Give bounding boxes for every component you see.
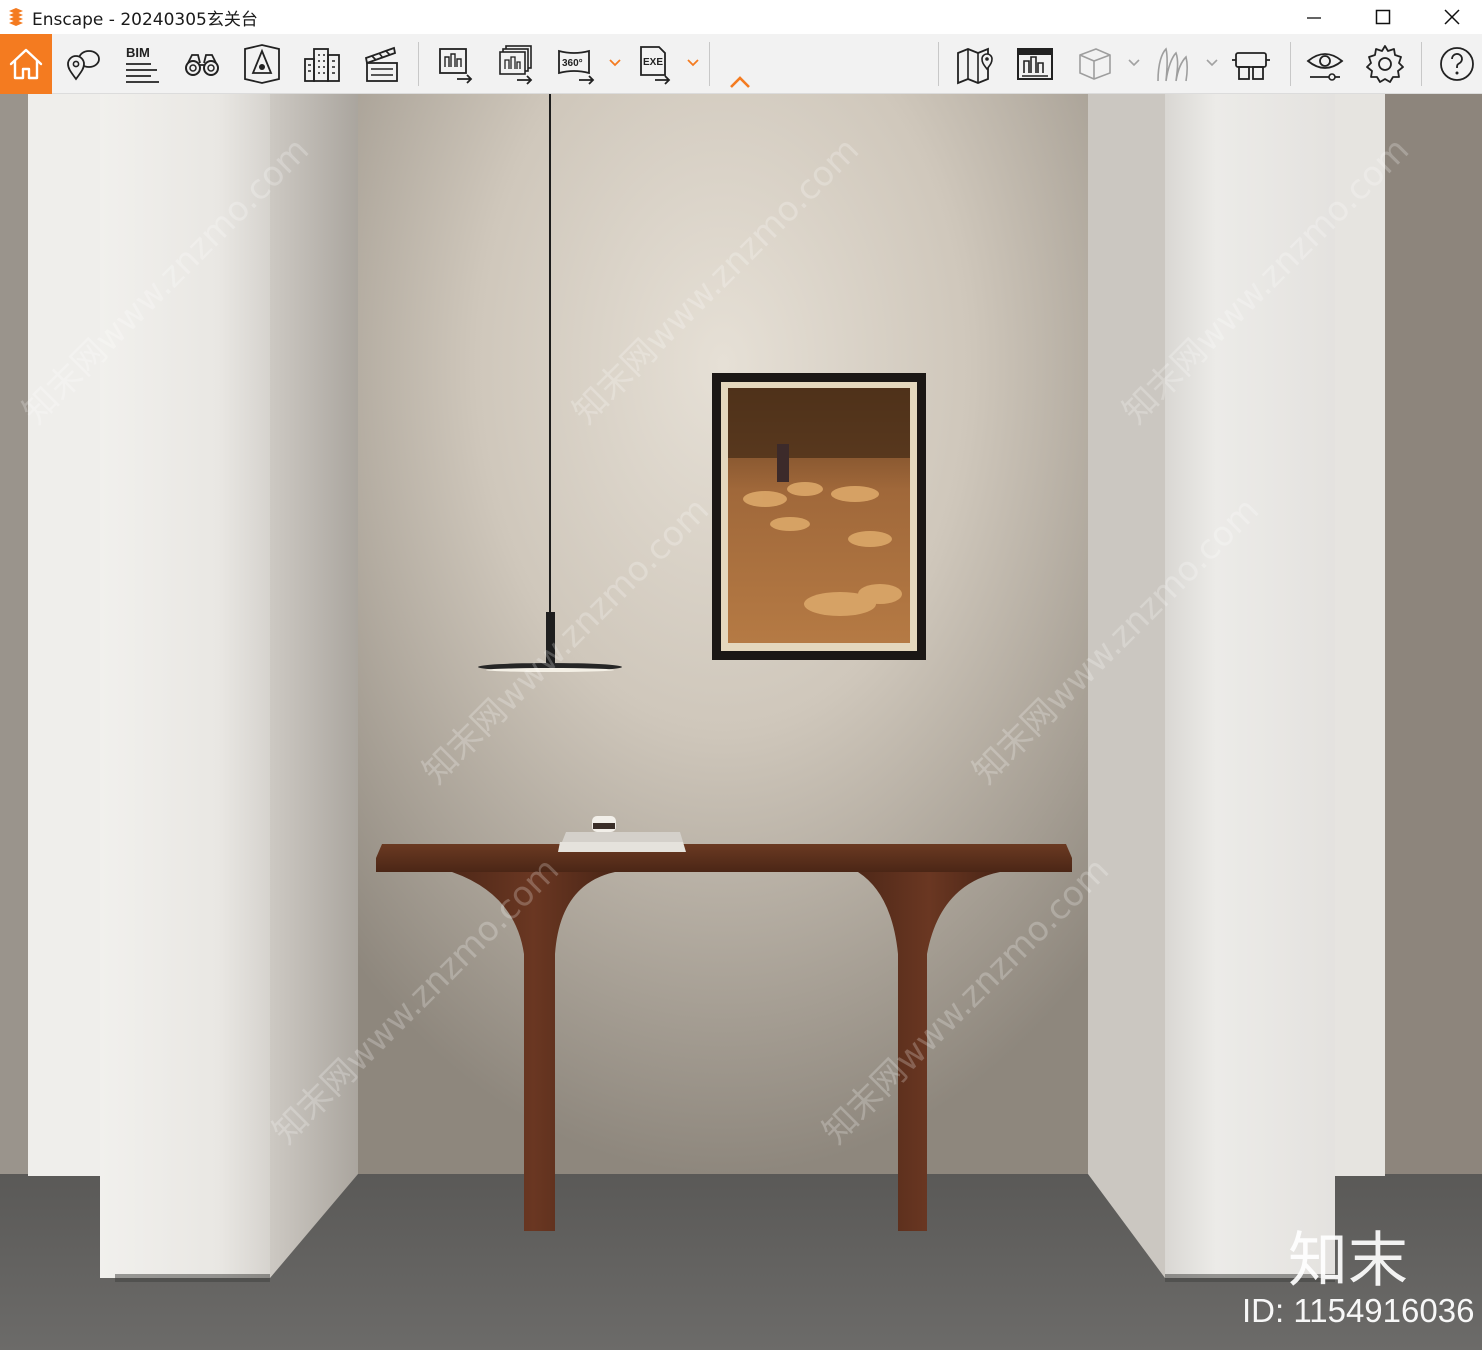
batch-render-button[interactable] xyxy=(491,40,541,88)
left-outer-pillar xyxy=(28,94,100,1176)
svg-text:EXE: EXE xyxy=(643,57,663,68)
toolbar-separator xyxy=(1421,42,1422,86)
screenshot-export-icon xyxy=(439,48,473,84)
grass-icon xyxy=(1157,47,1188,82)
title-bar: Enscape - 20240305玄关台 xyxy=(0,0,1482,34)
artwork-figure xyxy=(777,444,789,482)
maximize-icon xyxy=(1375,9,1391,25)
toolbar-separator xyxy=(418,42,419,86)
help-icon xyxy=(1440,47,1474,81)
toolbar-separator xyxy=(709,42,710,86)
maximize-button[interactable] xyxy=(1353,0,1413,34)
right-outer-pillar xyxy=(1335,94,1385,1176)
video-editor-button[interactable] xyxy=(357,40,407,88)
walk-mode-button[interactable] xyxy=(177,40,227,88)
watermark-id: ID: 1154916036 xyxy=(1242,1292,1475,1329)
bim-icon: BIM xyxy=(126,45,159,83)
panorama-360-button[interactable]: 360° xyxy=(551,40,601,88)
collapse-toolbar-chevron-up-icon[interactable] xyxy=(728,74,752,90)
home-icon xyxy=(9,48,43,80)
panorama-360-icon: 360° xyxy=(558,49,595,85)
chevron-down-icon[interactable] xyxy=(1127,56,1141,70)
asset-library-icon xyxy=(1017,48,1053,80)
exe-export-button[interactable]: EXE xyxy=(631,40,681,88)
book-stack xyxy=(558,842,686,852)
far-left-wall xyxy=(0,94,28,1350)
left-pillar-shadow xyxy=(115,1274,270,1282)
toolbar-separator xyxy=(938,42,939,86)
batch-render-icon xyxy=(499,45,533,85)
bowl-band xyxy=(593,823,615,829)
view-settings-button[interactable] xyxy=(1300,40,1350,88)
enscape-logo-icon xyxy=(9,8,23,26)
home-button[interactable] xyxy=(0,34,52,94)
asset-library-button[interactable] xyxy=(1010,40,1060,88)
binoculars-icon xyxy=(185,54,219,76)
exe-export-icon: EXE xyxy=(640,46,671,85)
toolbar-separator xyxy=(1290,42,1291,86)
table-top xyxy=(376,844,1072,872)
book-top xyxy=(562,832,683,842)
clapperboard-icon xyxy=(364,46,398,82)
render-viewport[interactable]: 知末网www.znzmo.com 知末网www.znzmo.com 知末网www… xyxy=(0,94,1482,1350)
settings-button[interactable] xyxy=(1360,40,1410,88)
map-button[interactable] xyxy=(950,40,1000,88)
watermark-brand: 知末 xyxy=(1288,1226,1408,1296)
location-pin-icon xyxy=(67,50,100,81)
perspective-button[interactable] xyxy=(237,40,287,88)
map-icon xyxy=(957,47,993,85)
cube-button[interactable] xyxy=(1070,40,1120,88)
vr-headset-icon xyxy=(1232,52,1270,80)
toolbar: BIM 360° EXE xyxy=(0,34,1482,94)
buildings-button[interactable] xyxy=(297,40,347,88)
close-icon xyxy=(1444,9,1460,25)
screenshot-export-button[interactable] xyxy=(431,40,481,88)
vr-headset-button[interactable] xyxy=(1226,40,1276,88)
svg-text:BIM: BIM xyxy=(126,45,150,60)
minimize-button[interactable] xyxy=(1284,0,1344,34)
perspective-icon xyxy=(244,44,280,84)
gear-icon xyxy=(1366,45,1404,83)
cube-icon xyxy=(1079,48,1111,80)
close-button[interactable] xyxy=(1422,0,1482,34)
chevron-down-icon[interactable] xyxy=(608,56,622,70)
svg-text:360°: 360° xyxy=(562,58,583,69)
help-button[interactable] xyxy=(1432,40,1482,88)
far-right-wall xyxy=(1385,94,1482,1350)
chevron-down-icon[interactable] xyxy=(686,56,700,70)
eye-view-icon xyxy=(1306,53,1344,81)
minimize-icon xyxy=(1307,17,1321,19)
window-title: Enscape - 20240305玄关台 xyxy=(32,9,258,30)
bim-button[interactable]: BIM xyxy=(117,40,167,88)
chevron-down-icon[interactable] xyxy=(1205,56,1219,70)
artwork-trees xyxy=(728,388,910,458)
buildings-icon xyxy=(304,48,340,82)
location-button[interactable] xyxy=(58,40,108,88)
grass-button[interactable] xyxy=(1148,40,1198,88)
